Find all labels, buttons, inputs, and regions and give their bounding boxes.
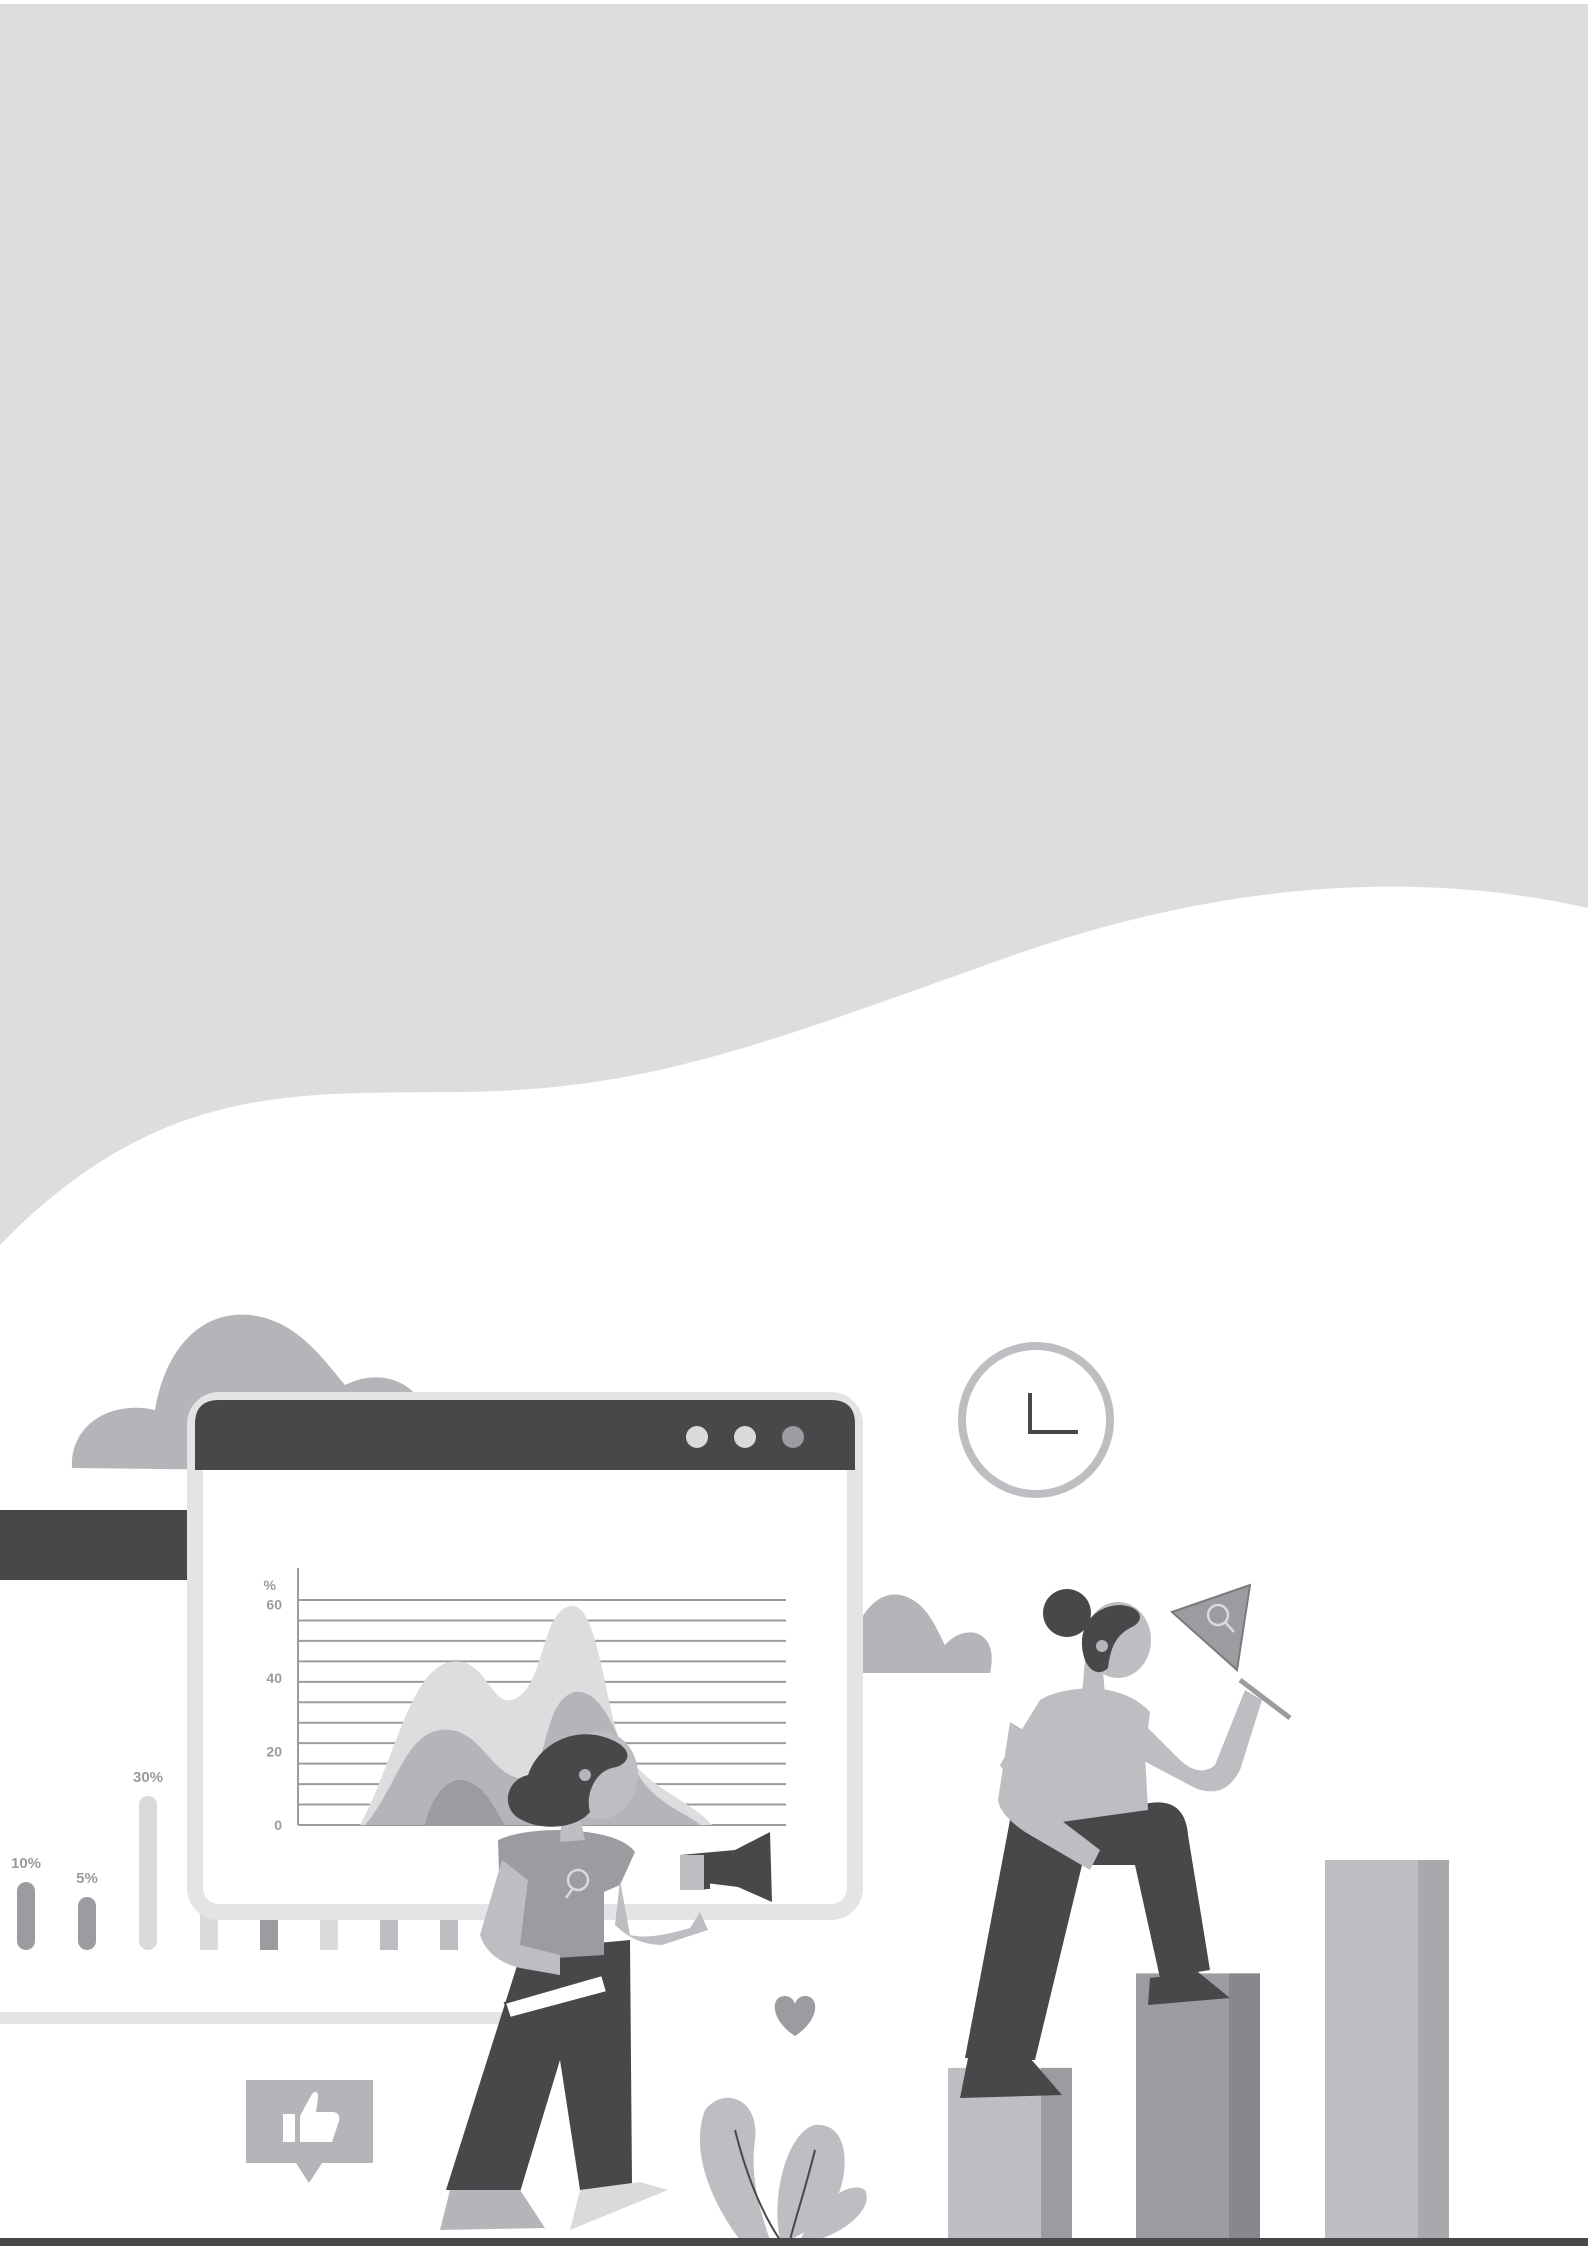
- heart-icon: [774, 1996, 816, 2036]
- legs: [446, 1940, 632, 2192]
- y-tick-label: 0: [274, 1817, 282, 1833]
- small-bar: [139, 1796, 157, 1950]
- y-tick-label: 60: [266, 1597, 282, 1613]
- bar-baseline: [0, 2012, 520, 2024]
- podium-bar-side: [1229, 1973, 1260, 2238]
- clock-icon: [958, 1342, 1114, 1498]
- small-bar-chart: 10% 5% 30%: [11, 1769, 163, 1950]
- plant: [699, 2097, 867, 2241]
- window-titlebar: [195, 1400, 855, 1470]
- illustration: 10% 5% 30% 0 20 40 60 %: [0, 4, 1588, 2246]
- right-arm: [1142, 1690, 1262, 1792]
- cloud-right: [848, 1594, 992, 1673]
- small-bar-label: 10%: [11, 1855, 41, 1872]
- dark-strip: [0, 1510, 200, 1580]
- y-tick-label: 20: [266, 1744, 282, 1760]
- window-dot: [686, 1426, 708, 1448]
- hair-bun: [1043, 1589, 1091, 1637]
- ground-line: [0, 2238, 1588, 2246]
- podium-bar-side: [1418, 1860, 1449, 2238]
- small-bar-label: 30%: [133, 1769, 163, 1786]
- small-bar-label: 5%: [76, 1870, 98, 1887]
- small-bar: [78, 1897, 96, 1950]
- chart-y-unit-label: %: [264, 1577, 277, 1593]
- window-dot: [734, 1426, 756, 1448]
- window-dot: [782, 1426, 804, 1448]
- wave-band: [0, 4, 1588, 1245]
- illustration-canvas: 10% 5% 30% 0 20 40 60 %: [0, 0, 1588, 2246]
- thumbs-up-icon: [246, 2080, 373, 2183]
- small-bar: [17, 1882, 35, 1950]
- y-tick-label: 40: [266, 1670, 282, 1686]
- flag-icon: [1170, 1583, 1252, 1672]
